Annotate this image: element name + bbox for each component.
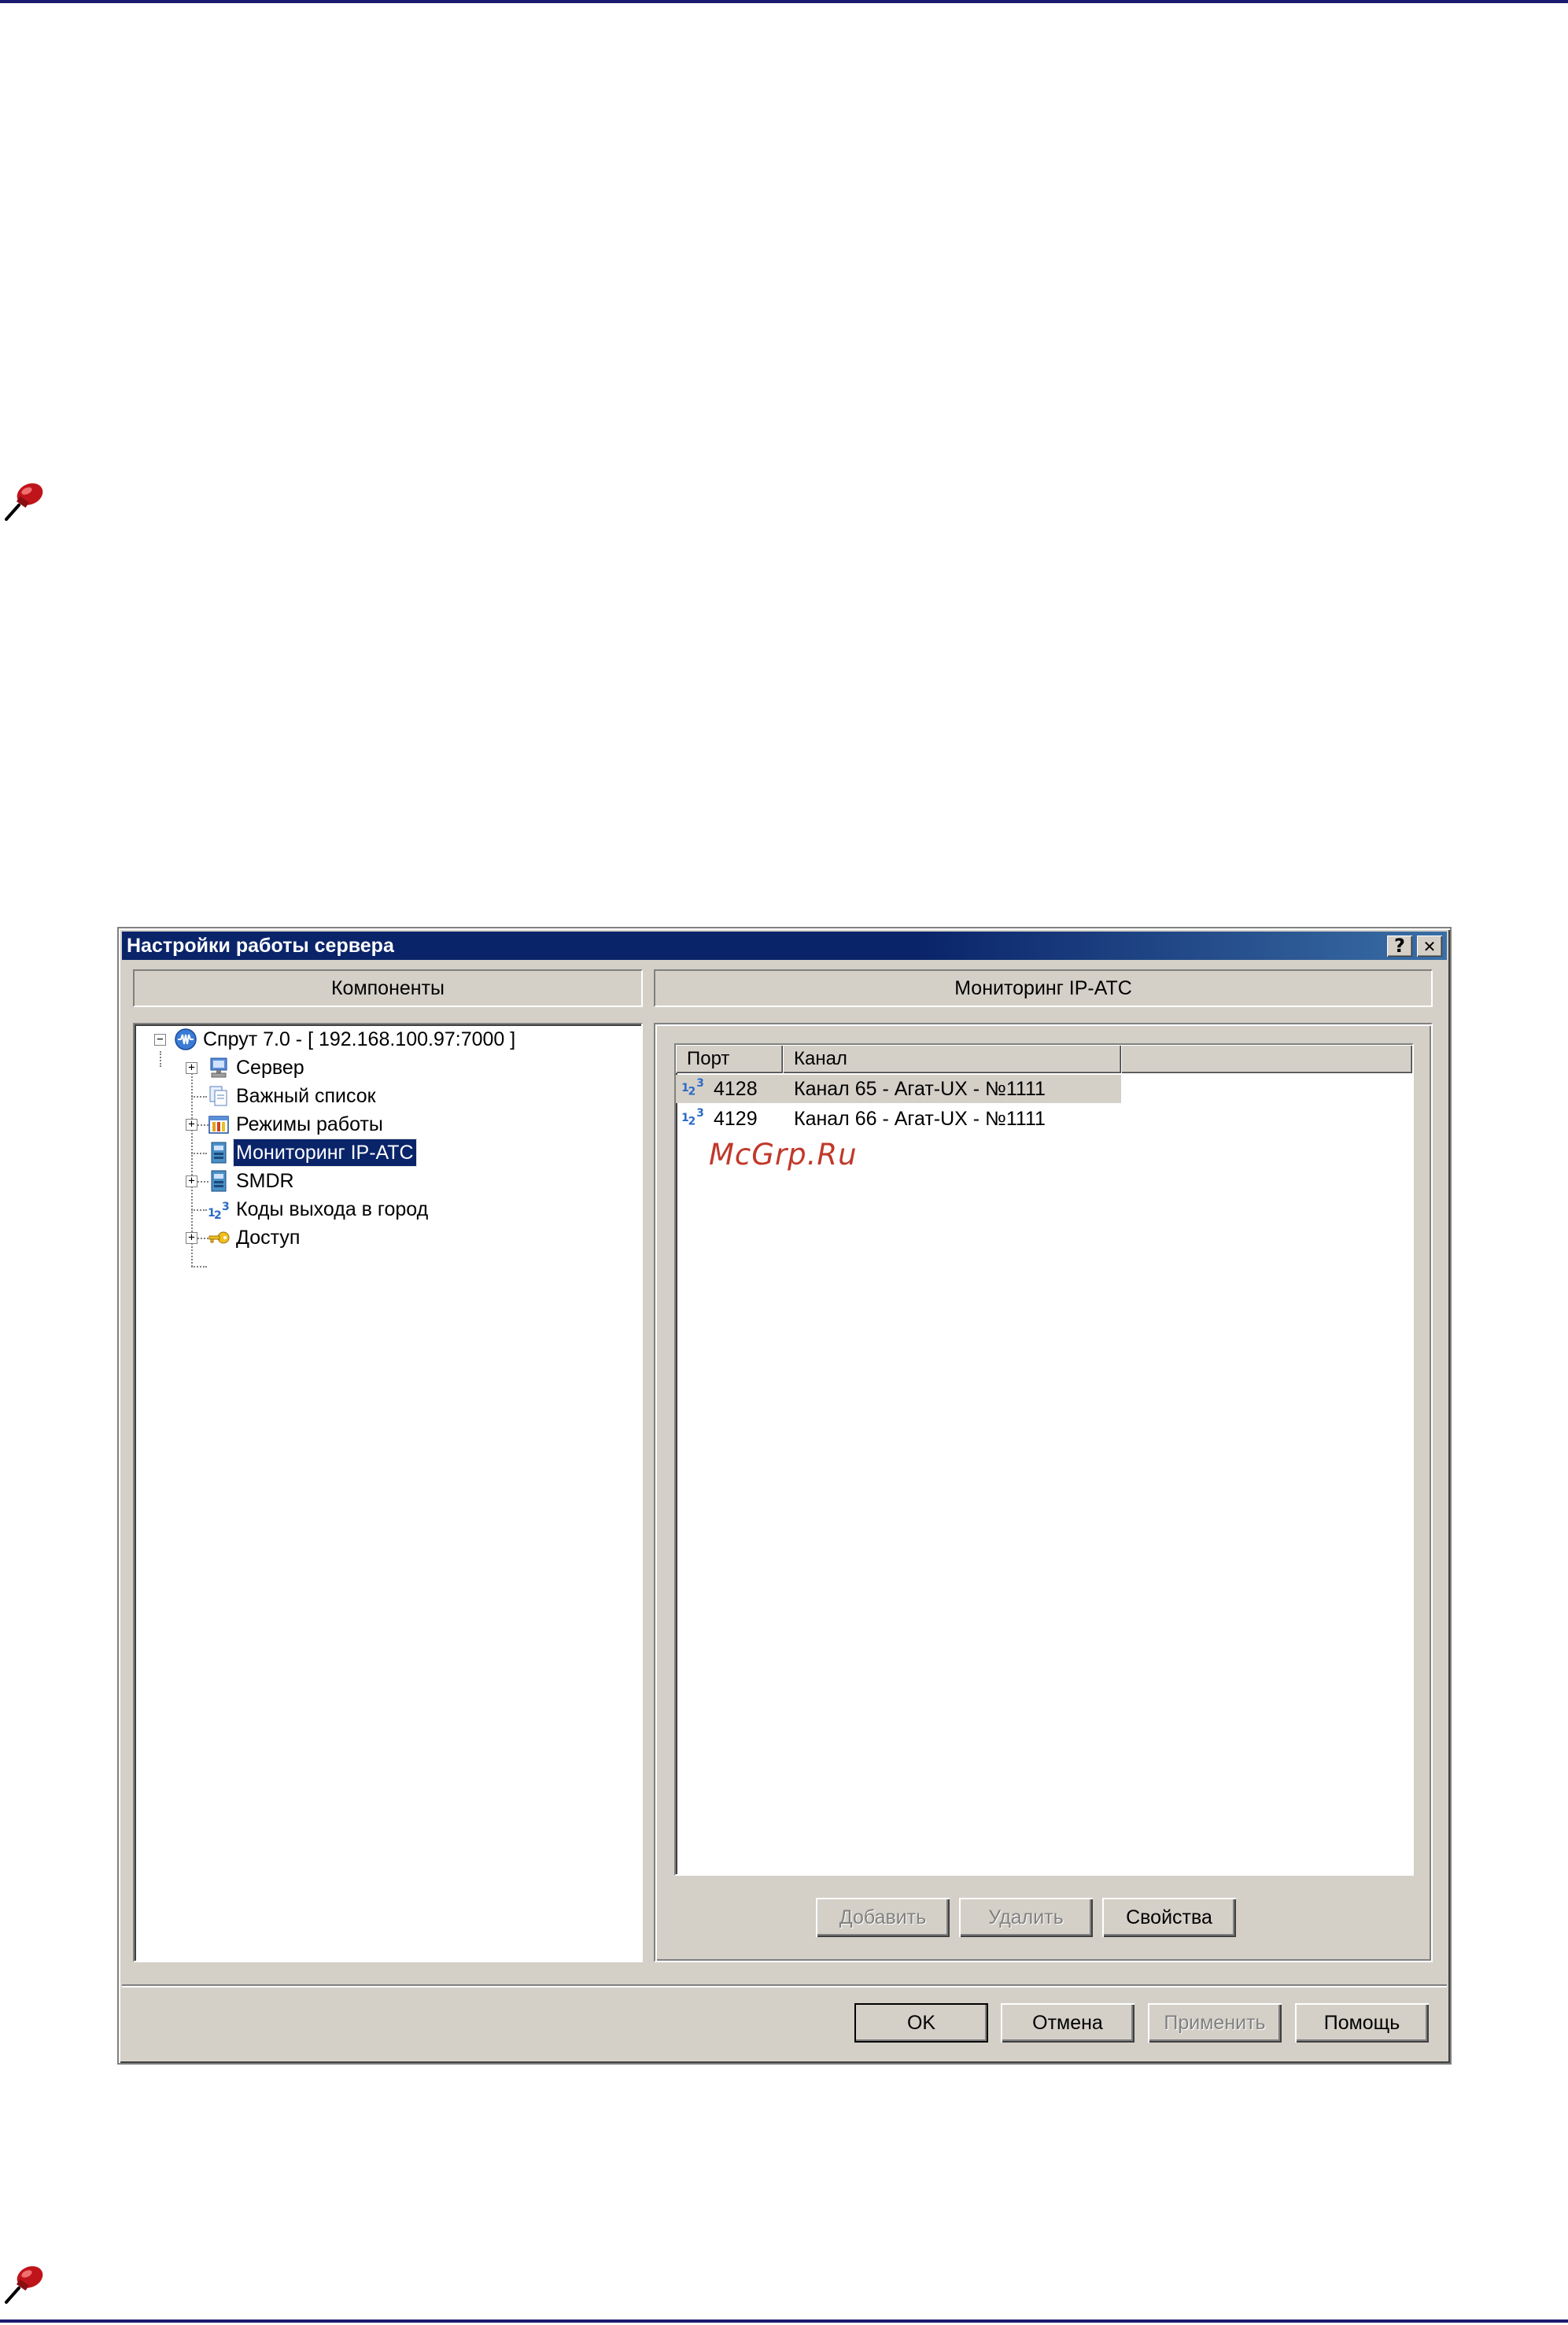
tree-item-label: Доступ [236,1227,301,1249]
svg-text:3: 3 [222,1201,230,1213]
tree-item-server[interactable]: + Сервер [135,1054,638,1081]
tree-connector [191,1266,207,1268]
dialog-title: Настройки работы сервера [127,935,394,957]
monitoring-panel-header: Мониторинг IP-АТС [654,969,1433,1007]
delete-button[interactable]: Удалить [959,1898,1093,1937]
svg-text:2: 2 [688,1085,696,1098]
close-icon: ✕ [1422,937,1437,956]
tree-item-label: Режимы работы [236,1113,383,1135]
components-panel-header: Компоненты [133,969,643,1007]
tree-item-label: Важный список [236,1085,376,1107]
tree-item-label-selected: Мониторинг IP-АТС [233,1139,417,1167]
svg-text:2: 2 [214,1209,222,1221]
help-title-button[interactable]: ? [1387,936,1412,957]
tree-item-label: Спрут 7.0 - [ 192.168.100.97:7000 ] [203,1028,516,1050]
network-globe-icon [175,1028,197,1050]
list-row[interactable]: 1 2 3 4129 Канал 66 - Агат-UX - №1111 [676,1105,1121,1133]
tree-item-label: Коды выхода в город [236,1198,429,1220]
tree-item-work-modes[interactable]: + Режимы работы [135,1111,638,1138]
svg-text:3: 3 [696,1077,704,1090]
ports-listview[interactable]: Порт Канал 1 2 3 4128 Канал 65 - Агат-UX… [674,1043,1414,1876]
footer-separator [122,1984,1447,1987]
numbers-123-icon: 1 2 3 [681,1077,704,1098]
ok-button[interactable]: OK [854,2003,988,2043]
expand-icon[interactable]: + [186,1175,197,1187]
tree-item-label: Сервер [236,1057,304,1079]
svg-text:2: 2 [688,1115,696,1127]
list-row[interactable]: 1 2 3 4128 Канал 65 - Агат-UX - №1111 [676,1075,1121,1103]
expand-icon[interactable]: + [186,1232,197,1244]
tree-item-label: SMDR [236,1170,294,1192]
channel-cell: Канал 65 - Агат-UX - №1111 [794,1078,1046,1100]
device-icon [211,1170,227,1192]
pushpin-icon-bottom [5,2266,43,2304]
channel-cell: Канал 66 - Агат-UX - №1111 [794,1108,1046,1130]
top-rule [0,0,1568,3]
tree-item-smdr[interactable]: + SMDR [135,1168,638,1194]
tree-item-city-exit-codes[interactable]: 1 2 3 Коды выхода в город [135,1196,638,1223]
svg-text:3: 3 [696,1107,704,1120]
documents-icon [209,1086,227,1106]
column-header-port[interactable]: Порт [676,1045,783,1073]
tree-item-ip-pbx-monitoring[interactable]: Мониторинг IP-АТС [135,1139,638,1167]
numbers-123-icon: 1 2 3 [681,1107,704,1128]
apply-button[interactable]: Применить [1148,2003,1282,2043]
server-settings-dialog: Настройки работы сервера ? ✕ Компоненты … [117,927,1452,2065]
key-icon [208,1231,230,1244]
tree-item-root[interactable]: − Спрут 7.0 - [ 192.168.100.97:7000 ] [135,1026,638,1053]
device-icon [211,1142,227,1164]
expand-icon[interactable]: + [186,1062,197,1074]
modes-calendar-icon [208,1116,229,1134]
add-button[interactable]: Добавить [816,1898,950,1937]
bottom-rule [0,2319,1568,2323]
tree-item-access[interactable]: + Доступ [135,1224,638,1251]
properties-button[interactable]: Свойства [1102,1898,1236,1937]
collapse-icon[interactable]: − [154,1034,166,1046]
help-button[interactable]: Помощь [1295,2003,1429,2043]
close-title-button[interactable]: ✕ [1417,936,1442,957]
dialog-titlebar[interactable]: Настройки работы сервера ? ✕ [122,932,1447,960]
monitoring-groupbox: Порт Канал 1 2 3 4128 Канал 65 - Агат-UX… [654,1023,1433,1962]
cancel-button[interactable]: Отмена [1001,2003,1134,2043]
pushpin-icon [5,483,43,521]
port-cell: 4128 [714,1078,758,1100]
numbers-123-icon: 1 2 3 [208,1201,230,1221]
column-header-filler [1121,1045,1412,1073]
components-tree[interactable]: − Спрут 7.0 - [ 192.168.100.97:7000 ] + … [133,1023,643,1962]
tree-item-important-list[interactable]: Важный список [135,1083,638,1109]
server-computer-icon [210,1057,227,1078]
port-cell: 4129 [714,1108,758,1130]
watermark-text: McGrp.Ru [709,1138,858,1172]
column-header-channel[interactable]: Канал [783,1045,1121,1073]
expand-icon[interactable]: + [186,1119,197,1131]
